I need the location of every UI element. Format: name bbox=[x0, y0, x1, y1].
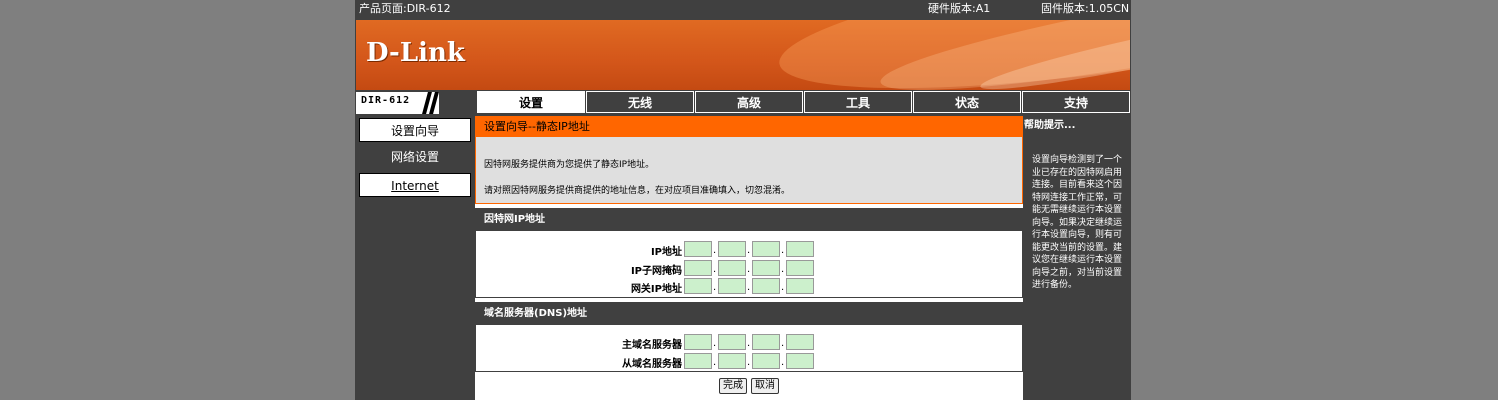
primary-dns-octet-1[interactable] bbox=[684, 334, 712, 350]
secondary-dns-input-group: . . . bbox=[684, 353, 824, 369]
octet-dot: . bbox=[747, 245, 751, 256]
subnet-mask-octet-1[interactable] bbox=[684, 260, 712, 276]
colon: : bbox=[672, 336, 676, 347]
gateway-octet-4[interactable] bbox=[786, 278, 814, 294]
octet-dot: . bbox=[713, 245, 717, 256]
model-bar-dark-end bbox=[439, 92, 474, 114]
octet-dot: . bbox=[713, 338, 717, 349]
octet-dot: . bbox=[747, 264, 751, 275]
secondary-dns-octet-1[interactable] bbox=[684, 353, 712, 369]
subnet-mask-octet-4[interactable] bbox=[786, 260, 814, 276]
help-title: 帮助提示... bbox=[1024, 120, 1076, 131]
colon: : bbox=[672, 243, 676, 254]
sidebar-item-internet[interactable]: Internet bbox=[359, 173, 471, 197]
octet-dot: . bbox=[781, 282, 785, 293]
subnet-mask-row: IP子网掩码 : . . . bbox=[476, 260, 1022, 278]
primary-dns-row: 主域名服务器 : . . . bbox=[476, 334, 1022, 352]
wizard-description: 因特网服务提供商为您提供了静态IP地址。 请对照因特网服务提供商提供的地址信息，… bbox=[475, 136, 1023, 204]
octet-dot: . bbox=[713, 282, 717, 293]
octet-dot: . bbox=[747, 282, 751, 293]
tab-setup[interactable]: 设置 bbox=[477, 91, 585, 113]
subnet-mask-input-group: . . . bbox=[684, 260, 824, 276]
primary-dns-octet-3[interactable] bbox=[752, 334, 780, 350]
octet-dot: . bbox=[713, 357, 717, 368]
router-frame: 产品页面:DIR-612 硬件版本:A1 固件版本:1.05CN D-Link … bbox=[355, 0, 1131, 400]
wizard-line-2: 请对照因特网服务提供商提供的地址信息，在对应项目准确填入，切忽混淆。 bbox=[484, 186, 791, 196]
model-name: DIR-612 bbox=[361, 95, 411, 106]
firmware-version-label: 固件版本:1.05CN bbox=[1041, 2, 1130, 15]
ip-address-octet-4[interactable] bbox=[786, 241, 814, 257]
colon: : bbox=[672, 355, 676, 366]
gateway-row: 网关IP地址 : . . . bbox=[476, 278, 1022, 296]
octet-dot: . bbox=[781, 338, 785, 349]
main-content: 设置向导--静态IP地址 因特网服务提供商为您提供了静态IP地址。 请对照因特网… bbox=[475, 116, 1023, 400]
subnet-mask-octet-3[interactable] bbox=[752, 260, 780, 276]
secondary-dns-octet-4[interactable] bbox=[786, 353, 814, 369]
dlink-logo: D-Link bbox=[366, 38, 465, 68]
sidebar-item-setup-wizard[interactable]: 设置向导 bbox=[359, 118, 471, 142]
gateway-input-group: . . . bbox=[684, 278, 824, 294]
wizard-line-1: 因特网服务提供商为您提供了静态IP地址。 bbox=[484, 160, 655, 170]
colon: : bbox=[672, 280, 676, 291]
sidebar-item-network-settings[interactable]: 网络设置 bbox=[359, 145, 471, 169]
header-banner: D-Link bbox=[356, 20, 1130, 90]
ip-address-octet-2[interactable] bbox=[718, 241, 746, 257]
primary-dns-input-group: . . . bbox=[684, 334, 824, 350]
secondary-dns-row: 从域名服务器 : . . . bbox=[476, 353, 1022, 371]
secondary-dns-octet-2[interactable] bbox=[718, 353, 746, 369]
dns-section-title: 域名服务器(DNS)地址 bbox=[476, 303, 1022, 325]
octet-dot: . bbox=[781, 357, 785, 368]
tab-support[interactable]: 支持 bbox=[1022, 91, 1130, 113]
ip-address-octet-1[interactable] bbox=[684, 241, 712, 257]
tab-status[interactable]: 状态 bbox=[913, 91, 1021, 113]
tab-tools[interactable]: 工具 bbox=[804, 91, 912, 113]
ip-address-row: IP地址 : . . . bbox=[476, 241, 1022, 259]
wizard-title: 设置向导--静态IP地址 bbox=[475, 116, 1023, 136]
ip-address-input-group: . . . bbox=[684, 241, 824, 257]
hardware-version-label: 硬件版本:A1 bbox=[928, 2, 991, 15]
primary-dns-octet-4[interactable] bbox=[786, 334, 814, 350]
help-panel: 帮助提示... 设置向导检测到了一个业已存在的因特网启用连接。目前看来这个因特网… bbox=[1024, 116, 1131, 400]
octet-dot: . bbox=[747, 357, 751, 368]
gateway-octet-3[interactable] bbox=[752, 278, 780, 294]
top-info-bar: 产品页面:DIR-612 硬件版本:A1 固件版本:1.05CN bbox=[355, 0, 1131, 19]
tab-wireless[interactable]: 无线 bbox=[586, 91, 694, 113]
subnet-mask-octet-2[interactable] bbox=[718, 260, 746, 276]
cancel-button[interactable]: 取消 bbox=[751, 378, 779, 394]
gateway-octet-2[interactable] bbox=[718, 278, 746, 294]
main-nav: 设置 无线 高级 工具 状态 支持 bbox=[477, 91, 1131, 115]
tab-advanced[interactable]: 高级 bbox=[695, 91, 803, 113]
octet-dot: . bbox=[713, 264, 717, 275]
gateway-octet-1[interactable] bbox=[684, 278, 712, 294]
octet-dot: . bbox=[781, 245, 785, 256]
primary-dns-octet-2[interactable] bbox=[718, 334, 746, 350]
product-page-label: 产品页面:DIR-612 bbox=[359, 2, 451, 15]
internet-ip-section-title: 因特网IP地址 bbox=[476, 209, 1022, 231]
colon: : bbox=[672, 262, 676, 273]
help-text: 设置向导检测到了一个业已存在的因特网启用连接。目前看来这个因特网连接工作正常，可… bbox=[1032, 155, 1123, 290]
dns-section: 域名服务器(DNS)地址 主域名服务器 : . . . 从域名服务器 : . .… bbox=[475, 302, 1023, 372]
ip-address-octet-3[interactable] bbox=[752, 241, 780, 257]
secondary-dns-octet-3[interactable] bbox=[752, 353, 780, 369]
internet-ip-section: 因特网IP地址 IP地址 : . . . IP子网掩码 : . . . 网关IP… bbox=[475, 208, 1023, 298]
octet-dot: . bbox=[781, 264, 785, 275]
ip-address-label: IP地址 bbox=[650, 247, 682, 258]
sidebar: 设置向导 网络设置 Internet bbox=[356, 116, 474, 400]
finish-button[interactable]: 完成 bbox=[719, 378, 747, 394]
octet-dot: . bbox=[747, 338, 751, 349]
